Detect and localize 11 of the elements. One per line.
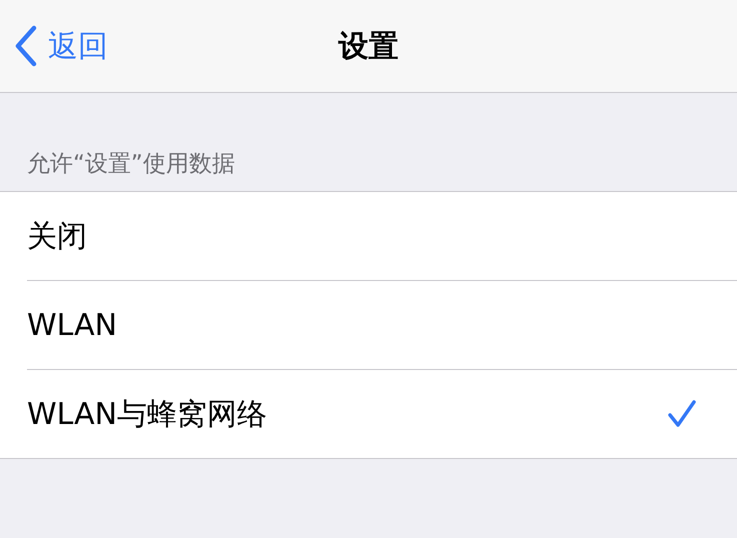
section-header: 允许“设置”使用数据 xyxy=(26,150,236,179)
option-label: WLAN xyxy=(27,308,118,342)
option-row[interactable]: WLAN xyxy=(27,281,737,370)
option-row[interactable]: WLAN与蜂窝网络 xyxy=(27,370,737,458)
option-row[interactable]: 关闭 xyxy=(27,192,737,281)
back-chevron-icon xyxy=(14,25,38,67)
back-button[interactable]: 返回 xyxy=(14,25,108,67)
option-label: 关闭 xyxy=(27,218,87,256)
checkmark-icon xyxy=(667,399,697,429)
nav-title: 设置 xyxy=(338,28,398,66)
option-label: WLAN与蜂窝网络 xyxy=(27,396,268,434)
